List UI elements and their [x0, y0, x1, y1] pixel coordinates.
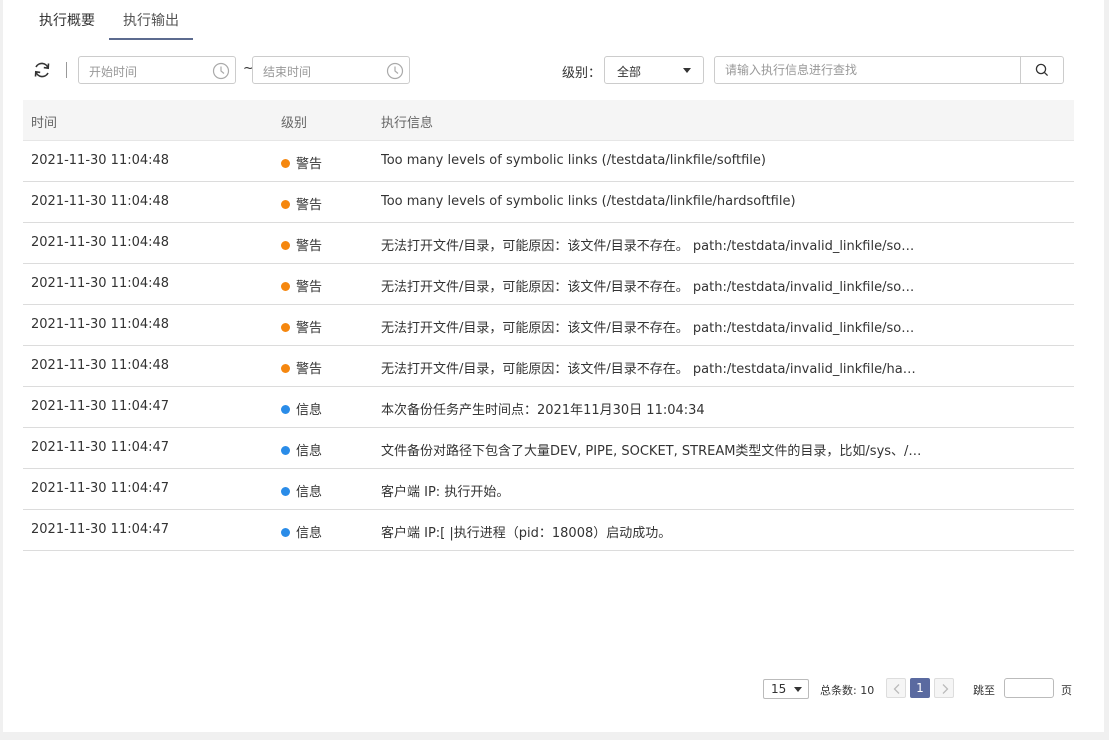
- table-row: 2021-11-30 11:04:47 信息 客户端 IP: 执行开始。: [23, 469, 1074, 510]
- tab-bar: 执行概要 执行输出: [25, 0, 193, 40]
- total-count: 总条数: 10: [820, 684, 875, 697]
- row-message: 文件备份对路径下包含了大量DEV, PIPE, SOCKET, STREAM类型…: [381, 444, 922, 459]
- level-dot-icon: [281, 241, 290, 250]
- level-dot-icon: [281, 364, 290, 373]
- clock-icon: [386, 62, 404, 80]
- level-dot-icon: [281, 200, 290, 209]
- row-level-label: 警告: [296, 280, 323, 295]
- row-level: 警告: [281, 317, 322, 336]
- level-dot-icon: [281, 159, 290, 168]
- level-dot-icon: [281, 528, 290, 537]
- table-row: 2021-11-30 11:04:48 警告 无法打开文件/目录，可能原因：该文件/…: [23, 346, 1074, 387]
- row-time: 2021-11-30 11:04:47: [31, 399, 170, 414]
- level-dot-icon: [281, 282, 290, 291]
- level-filter-select[interactable]: 全部: [604, 56, 704, 84]
- page-unit-label: 页: [1061, 684, 1072, 697]
- row-message: 无法打开文件/目录，可能原因：该文件/目录不存在。 path:/testdata…: [381, 362, 916, 377]
- table-row: 2021-11-30 11:04:47 信息 文件备份对路径下包含了大量DEV, P…: [23, 428, 1074, 469]
- table-row: 2021-11-30 11:04:48 警告 Too many levels of …: [23, 182, 1074, 223]
- caret-down-icon: [683, 68, 691, 73]
- row-message: 无法打开文件/目录，可能原因：该文件/目录不存在。 path:/testdata…: [381, 239, 915, 254]
- row-message: 无法打开文件/目录，可能原因：该文件/目录不存在。 path:/testdata…: [381, 321, 915, 336]
- row-time: 2021-11-30 11:04:48: [31, 194, 170, 209]
- jump-to-page-input[interactable]: [1004, 678, 1054, 698]
- table-row: 2021-11-30 11:04:48 警告 Too many levels of …: [23, 141, 1074, 182]
- execution-panel: 执行概要 执行输出 开始时间 ~ 结束时间 级别： 全部 请输入执行信息进行查找…: [3, 0, 1104, 732]
- start-time-input[interactable]: 开始时间: [78, 56, 236, 84]
- row-level-label: 警告: [296, 362, 323, 377]
- row-time: 2021-11-30 11:04:48: [31, 153, 170, 168]
- level-dot-icon: [281, 323, 290, 332]
- tab-execution-output[interactable]: 执行输出: [109, 0, 193, 40]
- level-dot-icon: [281, 405, 290, 414]
- row-level-label: 警告: [296, 239, 323, 254]
- row-level-label: 警告: [296, 321, 323, 336]
- row-time: 2021-11-30 11:04:47: [31, 440, 170, 455]
- end-time-input[interactable]: 结束时间: [252, 56, 410, 84]
- search-box: [714, 56, 1064, 84]
- level-dot-icon: [281, 446, 290, 455]
- table-row: 2021-11-30 11:04:47 信息 本次备份任务产生时间点：2021年11…: [23, 387, 1074, 428]
- chevron-right-icon: [942, 684, 949, 694]
- row-time: 2021-11-30 11:04:48: [31, 235, 170, 250]
- header-level: 级别: [281, 116, 308, 131]
- row-message: Too many levels of symbolic links (/test…: [381, 153, 766, 168]
- row-level-label: 警告: [296, 157, 323, 172]
- row-level: 警告: [281, 194, 322, 213]
- row-time: 2021-11-30 11:04:48: [31, 317, 170, 332]
- level-filter-label: 级别：: [562, 66, 602, 81]
- row-time: 2021-11-30 11:04:48: [31, 358, 170, 373]
- table-row: 2021-11-30 11:04:47 信息 客户端 IP:[ |执行进程（pid：…: [23, 510, 1074, 551]
- row-level-label: 信息: [296, 485, 323, 500]
- table-body: 2021-11-30 11:04:48 警告 Too many levels of …: [23, 141, 1074, 551]
- row-message: 客户端 IP:[ |执行进程（pid：18008）启动成功。: [381, 526, 672, 541]
- current-page-button[interactable]: 1: [910, 678, 930, 698]
- row-level: 信息: [281, 399, 322, 418]
- row-message: 客户端 IP: 执行开始。: [381, 485, 510, 500]
- row-time: 2021-11-30 11:04:47: [31, 522, 170, 537]
- row-message: 本次备份任务产生时间点：2021年11月30日 11:04:34: [381, 403, 705, 418]
- execution-log-table: 时间 级别 执行信息 2021-11-30 11:04:48 警告 Too many…: [23, 100, 1074, 551]
- row-message: Too many levels of symbolic links (/test…: [381, 194, 796, 209]
- search-button[interactable]: [1020, 57, 1063, 83]
- row-level: 警告: [281, 276, 322, 295]
- row-level: 信息: [281, 481, 322, 500]
- table-row: 2021-11-30 11:04:48 警告 无法打开文件/目录，可能原因：该文件/…: [23, 223, 1074, 264]
- table-row: 2021-11-30 11:04:48 警告 无法打开文件/目录，可能原因：该文件/…: [23, 305, 1074, 346]
- level-dot-icon: [281, 487, 290, 496]
- start-time-placeholder: 开始时间: [89, 65, 138, 79]
- chevron-left-icon: [893, 684, 900, 694]
- row-level: 警告: [281, 235, 322, 254]
- clock-icon: [212, 62, 230, 80]
- prev-page-button[interactable]: [886, 678, 906, 698]
- row-time: 2021-11-30 11:04:47: [31, 481, 170, 496]
- end-time-placeholder: 结束时间: [263, 65, 312, 79]
- row-level-label: 信息: [296, 526, 323, 541]
- pagination: 15 总条数: 10 1 跳至 页: [3, 678, 1104, 702]
- refresh-icon[interactable]: [32, 60, 52, 80]
- table-header: 时间 级别 执行信息: [23, 100, 1074, 141]
- page-size-value: 15: [771, 682, 787, 696]
- row-level-label: 信息: [296, 403, 323, 418]
- row-level: 警告: [281, 153, 322, 172]
- next-page-button[interactable]: [934, 678, 954, 698]
- row-level: 警告: [281, 358, 322, 377]
- row-time: 2021-11-30 11:04:48: [31, 276, 170, 291]
- tab-execution-summary[interactable]: 执行概要: [25, 0, 109, 38]
- row-level: 信息: [281, 440, 322, 459]
- row-message: 无法打开文件/目录，可能原因：该文件/目录不存在。 path:/testdata…: [381, 280, 915, 295]
- search-input[interactable]: [715, 57, 1020, 83]
- header-time: 时间: [31, 116, 58, 131]
- search-icon: [1035, 63, 1049, 77]
- page-size-select[interactable]: 15: [763, 679, 809, 699]
- row-level: 信息: [281, 522, 322, 541]
- row-level-label: 警告: [296, 198, 323, 213]
- header-message: 执行信息: [381, 116, 434, 131]
- level-filter-value: 全部: [617, 65, 642, 79]
- toolbar-divider: [66, 62, 67, 78]
- table-row: 2021-11-30 11:04:48 警告 无法打开文件/目录，可能原因：该文件/…: [23, 264, 1074, 305]
- jump-to-label: 跳至: [973, 684, 995, 697]
- caret-down-icon: [794, 687, 802, 692]
- row-level-label: 信息: [296, 444, 323, 459]
